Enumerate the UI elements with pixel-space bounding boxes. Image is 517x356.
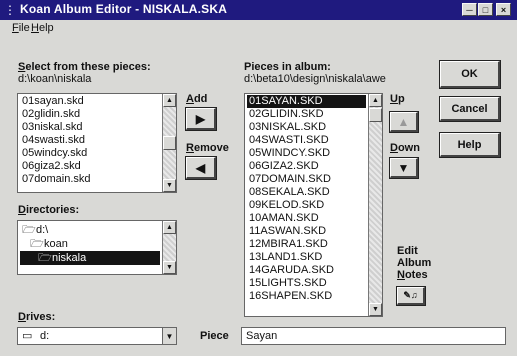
add-label: Add — [186, 93, 208, 105]
piece-label-text: Piece — [200, 330, 229, 342]
source-pieces-list[interactable]: 01sayan.skd 02glidin.skd 03niskal.skd 04swa… — [17, 93, 177, 193]
list-item[interactable]: 10AMAN.SKD — [247, 212, 366, 225]
menu-bar: File Help — [0, 21, 517, 37]
directory-label: d:\ — [36, 224, 49, 236]
drive-icon: ▭ — [22, 330, 33, 342]
arrow-down-icon: ▼ — [397, 160, 410, 175]
edit-album-notes-label: Edit Album Notes — [397, 245, 431, 281]
remove-label: Remove — [186, 142, 229, 154]
list-item[interactable]: 01SAYAN.SKD — [247, 95, 366, 108]
notes-label-line3: Notes — [397, 269, 428, 281]
list-item[interactable]: 02glidin.skd — [20, 108, 160, 121]
open-folder-icon: 🗁 — [22, 224, 36, 236]
album-list-scrollbar[interactable]: ▲ ▼ — [368, 94, 382, 316]
scroll-up-icon[interactable]: ▲ — [163, 94, 176, 107]
album-path: d:\beta10\design\niskala\awe — [244, 73, 386, 85]
scroll-thumb[interactable] — [163, 136, 176, 150]
menu-file[interactable]: File — [12, 22, 30, 34]
directory-item[interactable]: 🗁koan — [20, 237, 160, 251]
menu-help[interactable]: Help — [31, 22, 54, 34]
piece-label: Piece — [200, 330, 229, 342]
directories-list[interactable]: 🗁d:\ 🗁koan 🗁niskala ▲ ▼ — [17, 220, 177, 275]
directory-item[interactable]: 🗁d:\ — [20, 223, 160, 237]
scroll-down-icon[interactable]: ▼ — [369, 303, 382, 316]
minimize-icon: ─ — [466, 4, 473, 15]
list-item[interactable]: 11ASWAN.SKD — [247, 225, 366, 238]
directories-label: Directories: — [18, 204, 80, 216]
scroll-up-icon[interactable]: ▲ — [163, 221, 176, 234]
scroll-thumb[interactable] — [369, 108, 382, 122]
help-button[interactable]: Help — [439, 132, 501, 158]
scroll-down-icon[interactable]: ▼ — [163, 261, 176, 274]
list-item[interactable]: 15LIGHTS.SKD — [247, 277, 366, 290]
drives-label: Drives: — [18, 311, 56, 323]
directories-scrollbar[interactable]: ▲ ▼ — [162, 221, 176, 274]
list-item[interactable]: 06giza2.skd — [20, 160, 160, 173]
list-item[interactable]: 09KELOD.SKD — [247, 199, 366, 212]
chevron-down-icon[interactable]: ▼ — [162, 328, 176, 344]
window-title: Koan Album Editor - NISKALA.SKA — [20, 2, 228, 16]
minimize-button[interactable]: ─ — [462, 3, 477, 16]
select-path: d:\koan\niskala — [18, 73, 92, 85]
app-icon[interactable]: ⋮ — [4, 4, 16, 16]
maximize-button[interactable]: □ — [478, 3, 493, 16]
down-label: Down — [390, 142, 420, 154]
list-item[interactable]: 07DOMAIN.SKD — [247, 173, 366, 186]
remove-button[interactable]: ◀ — [185, 156, 217, 180]
list-item[interactable]: 16SHAPEN.SKD — [247, 290, 366, 303]
list-item[interactable]: 02GLIDIN.SKD — [247, 108, 366, 121]
notes-icon: ✎♫ — [403, 290, 418, 300]
open-folder-icon: 🗁 — [30, 238, 44, 250]
maximize-icon: □ — [482, 4, 489, 15]
list-item[interactable]: 07domain.skd — [20, 173, 160, 186]
arrow-left-icon: ◀ — [195, 160, 206, 175]
close-icon: × — [500, 4, 507, 15]
add-button[interactable]: ▶ — [185, 107, 217, 131]
list-item[interactable]: 04SWASTI.SKD — [247, 134, 366, 147]
source-list-scrollbar[interactable]: ▲ ▼ — [162, 94, 176, 192]
drives-dropdown[interactable]: ▭ d: ▼ — [17, 327, 177, 345]
notes-label-line1: Edit — [397, 245, 418, 257]
piece-input[interactable]: Sayan — [241, 327, 506, 345]
list-item[interactable]: 01sayan.skd — [20, 95, 160, 108]
scroll-down-icon[interactable]: ▼ — [163, 179, 176, 192]
album-pieces-list[interactable]: 01SAYAN.SKD 02GLIDIN.SKD 03NISKAL.SKD 04SWA… — [244, 93, 383, 317]
notes-label-line2: Album — [397, 257, 432, 269]
move-up-button[interactable]: ▲ — [389, 111, 419, 133]
list-item[interactable]: 03niskal.skd — [20, 121, 160, 134]
arrow-up-icon: ▲ — [397, 114, 410, 129]
edit-notes-button[interactable]: ✎♫ — [396, 286, 426, 306]
up-label: Up — [390, 93, 405, 105]
scroll-up-icon[interactable]: ▲ — [369, 94, 382, 107]
list-item[interactable]: 05WINDCY.SKD — [247, 147, 366, 160]
directory-item-selected[interactable]: 🗁niskala — [20, 251, 160, 265]
open-folder-icon: 🗁 — [38, 252, 52, 264]
list-item[interactable]: 05windcy.skd — [20, 147, 160, 160]
list-item[interactable]: 14GARUDA.SKD — [247, 264, 366, 277]
album-pieces-label: Pieces in album: — [244, 61, 331, 73]
directory-label: niskala — [52, 252, 87, 264]
directory-label: koan — [44, 238, 68, 250]
arrow-right-icon: ▶ — [195, 111, 206, 126]
list-item[interactable]: 03NISKAL.SKD — [247, 121, 366, 134]
drives-value: d: — [40, 330, 50, 342]
list-item[interactable]: 06GIZA2.SKD — [247, 160, 366, 173]
list-item[interactable]: 13LAND1.SKD — [247, 251, 366, 264]
close-button[interactable]: × — [496, 3, 511, 16]
select-pieces-label: Select from these pieces: — [18, 61, 151, 73]
ok-button[interactable]: OK — [439, 60, 501, 89]
list-item[interactable]: 04swasti.skd — [20, 134, 160, 147]
cancel-button[interactable]: Cancel — [439, 96, 501, 122]
list-item[interactable]: 12MBIRA1.SKD — [247, 238, 366, 251]
list-item[interactable]: 08SEKALA.SKD — [247, 186, 366, 199]
move-down-button[interactable]: ▼ — [389, 157, 419, 179]
